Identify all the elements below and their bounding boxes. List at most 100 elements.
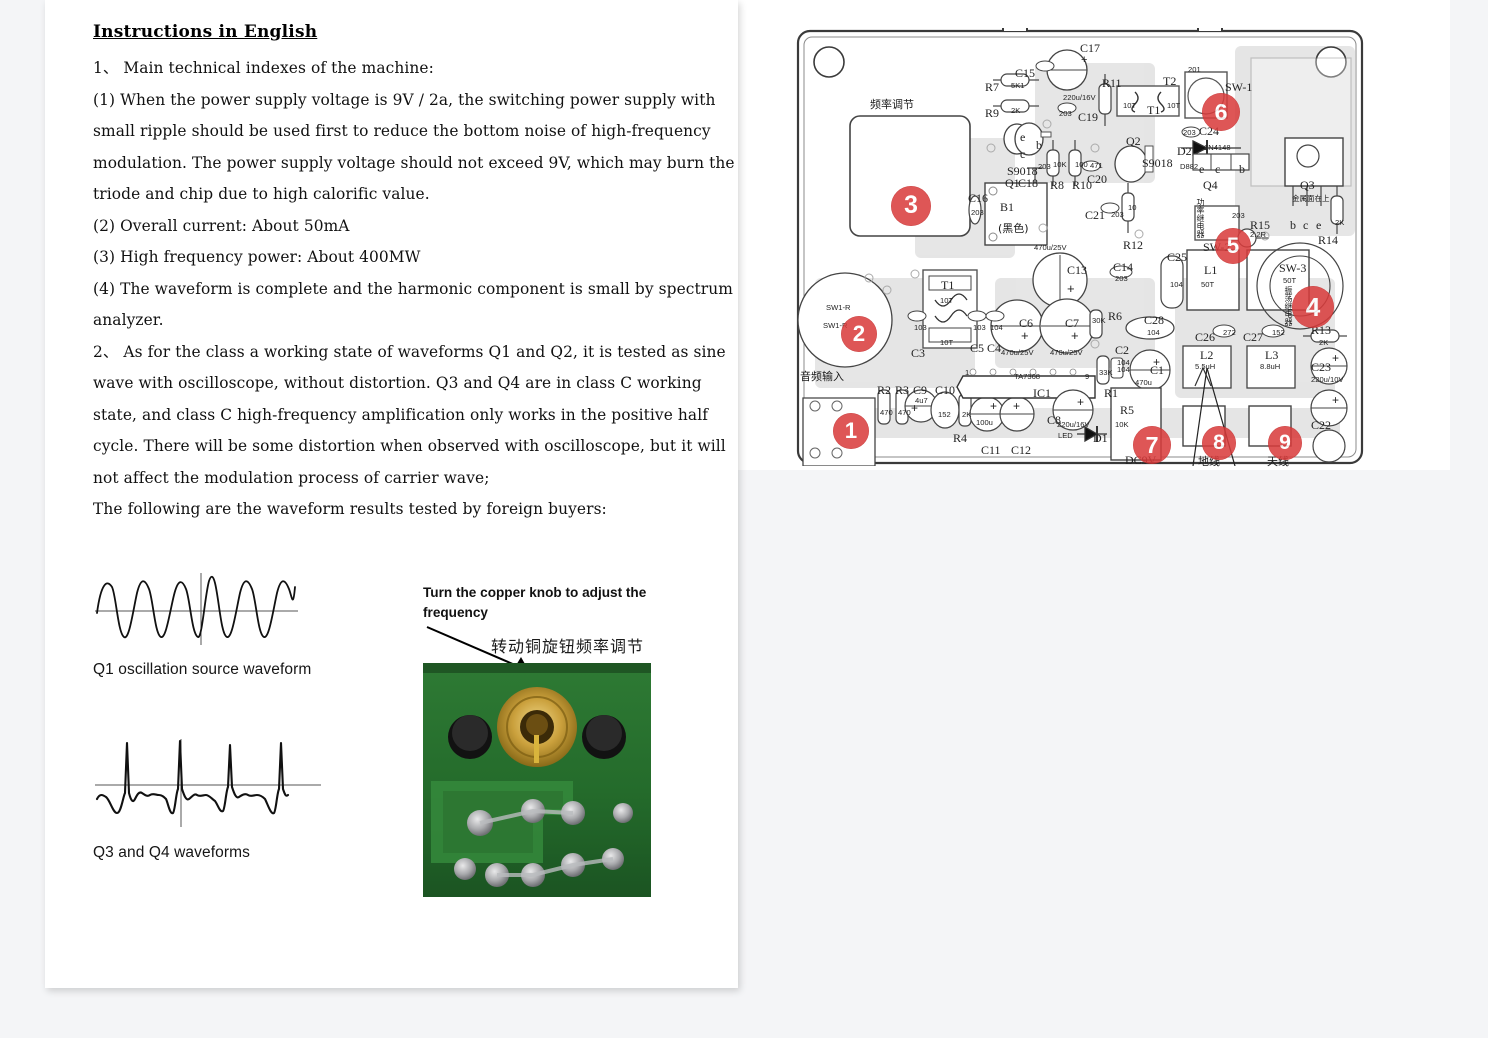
pcb-label-c: c [1303,218,1309,232]
pcb-label-r12: R12 [1123,238,1144,252]
paragraph-4: (3) High frequency power: About 400MW [93,248,421,266]
pcb-label-e: e [1020,130,1026,144]
pcb-label-103: 103 [914,323,927,332]
paragraph-1: 1、 Main technical indexes of the machine… [93,59,434,77]
pcb-label-b: b [1239,162,1245,176]
pcb-label-c1: C1 [1150,363,1165,377]
pcb-label-c11: C11 [981,443,1001,457]
pcb-label-r6: R6 [1108,309,1123,323]
pcb-label-l3: L3 [1265,348,1279,362]
paragraph-3: (2) Overall current: About 50mA [93,216,350,235]
pcb-label-c21: C21 [1085,208,1106,222]
figure-q3q4-caption: Q3 and Q4 waveforms [93,844,250,861]
pcb-label-sw1-r: SW1-R [826,303,851,312]
pcb-label-r8: R8 [1050,178,1065,192]
svg-text:+: + [1077,395,1084,409]
pcb-label-272: 272 [1223,328,1236,337]
pcb-label-led: LED [1058,431,1073,440]
document-page: Instructions in English 1、 Main technica… [45,0,738,988]
pcb-marker-9[interactable]: 9 [1268,426,1302,460]
pcb-label-t1: T1 [941,278,955,292]
pcb-label-152: 152 [1272,328,1285,337]
pcb-label-r7: R7 [985,80,1000,94]
pcb-knob-photo [423,663,651,897]
pcb-label-c10: C10 [935,383,956,397]
q1-waveform-plot [95,573,298,645]
pcb-label-470: 470 [880,408,893,417]
pcb-label-4u7: 4u7 [915,396,928,405]
knob-photo-note-en: Turn the copper knob to adjust the frequ… [423,585,647,620]
pcb-label-c2: C2 [1115,343,1130,357]
pcb-marker-4[interactable]: 4 [1292,286,1334,328]
pcb-label-r11: R11 [1102,76,1122,90]
pcb-label-d2: D2 [1177,144,1192,158]
pcb-label-50t: 50T [1283,276,1297,285]
pcb-label-203: 203 [1115,274,1128,283]
pcb-marker-2[interactable]: 2 [841,316,877,352]
pcb-label-152: 152 [938,410,951,419]
pcb-label-203: 203 [1183,128,1196,137]
figure-q1-waveform: Q1 oscillation source waveform [93,565,311,679]
pcb-label-c4: C4 [987,341,1002,355]
pcb-knob-photo-svg [423,663,651,897]
pcb-label-c5: C5 [970,341,985,355]
pcb-label-100: 100 [1075,160,1088,169]
pcb-label-c14: C14 [1113,260,1134,274]
pcb-label-q2: Q2 [1126,134,1141,148]
pcb-label-c25: C25 [1167,250,1188,264]
svg-text:+: + [1067,281,1075,296]
pcb-label-c22: C22 [1311,418,1332,432]
pcb-label-203: 203 [1038,162,1051,171]
pcb-label-1: 1 [965,368,970,377]
pcb-label-10t: 10T [1167,101,1181,110]
pcb-label-c19: C19 [1078,110,1099,124]
pcb-label-203: 203 [1111,210,1124,219]
q3q4-waveform-plot [95,739,321,827]
pcb-label-470u-25v: 470u/25V [1034,243,1067,252]
pcb-label-30k: 30K [1092,316,1106,325]
pcb-label-1n4148: 1N4148 [1204,143,1231,152]
pcb-label-r3: R3 [895,383,910,397]
pcb-cn-label: 功率继电器 [1196,198,1205,238]
svg-text:+: + [1013,399,1020,413]
pcb-label-t2: T2 [1163,74,1177,88]
pcb-label-220u-16v: 220u/16V [1057,420,1090,429]
pcb-label-q3: Q3 [1300,178,1315,192]
pcb-marker-8[interactable]: 8 [1202,426,1236,460]
pcb-label-203: 203 [971,208,984,217]
pcb-label-33k: 33K [1099,368,1113,377]
pcb-label-470u: 470u [1135,378,1152,387]
pcb-label-b: b [1036,138,1042,152]
pcb-label-470u-25v: 470u/25V [1001,348,1034,357]
pcb-label-b: b [1290,218,1296,232]
pcb-label-ic1: IC1 [1033,386,1051,400]
pcb-label-220u-16v: 220u/16V [1063,93,1096,102]
pcb-label-c28: C28 [1144,313,1165,327]
pcb-label-104: 104 [990,323,1003,332]
pcb-label-d882: D882 [1180,162,1199,171]
pcb-label-c26: C26 [1195,330,1216,344]
pcb-label-104: 104 [1170,280,1183,289]
pcb-label-c17: C17 [1080,41,1101,55]
pcb-marker-5[interactable]: 5 [1215,228,1251,264]
pcb-marker-6[interactable]: 6 [1202,93,1240,131]
pcb-label-10t: 10T [940,338,954,347]
pcb-label-220u-10v: 220u/10V [1311,375,1344,384]
pcb-cn-label: 金属面在上 [1292,194,1330,203]
pcb-label-e: e [1316,218,1322,232]
paragraph-5: (4) The waveform is complete and the har… [93,279,738,330]
pcb-label-c7: C7 [1065,316,1080,330]
pcb-cn-label: 频率调节 [870,98,914,111]
pcb-label-q4: Q4 [1203,178,1218,192]
pcb-marker-3[interactable]: 3 [891,186,931,226]
pcb-label-103: 103 [973,323,986,332]
pcb-label-203: 203 [1059,109,1072,118]
svg-text:+: + [1332,351,1339,365]
pcb-marker-7[interactable]: 7 [1133,426,1171,464]
pcb-marker-1[interactable]: 1 [833,413,869,449]
document-body: Instructions in English 1、 Main technica… [93,22,738,526]
pcb-label-e: e [1199,162,1205,176]
pcb-label-q1: Q1 [1005,176,1020,190]
paragraph-6: 2、 As for the class a working state of w… [93,342,731,487]
pcb-cn-label: (黑色) [998,222,1029,235]
